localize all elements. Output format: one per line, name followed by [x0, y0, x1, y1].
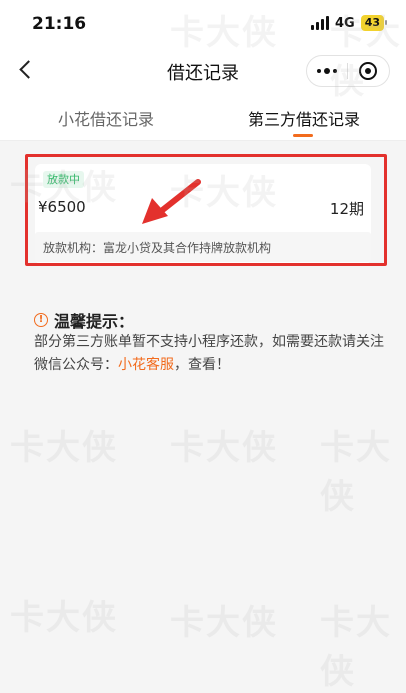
- battery-icon: 43: [360, 15, 388, 31]
- annotation-arrow-icon: [142, 179, 201, 224]
- more-icon[interactable]: [307, 56, 347, 86]
- loan-term: 12期: [329, 200, 364, 218]
- status-indicators: 4G 43: [310, 15, 388, 31]
- tab-third-party-records[interactable]: 第三方借还记录: [248, 106, 360, 130]
- watermark: 卡大侠: [10, 598, 118, 638]
- tips-text: 部分第三方账单暂不支持小程序还款，如需要还款请关注微信公众号：小花客服，查看！: [34, 331, 384, 377]
- customer-service-link[interactable]: 小花客服: [118, 357, 174, 373]
- status-bar: 21:16 4G 43: [0, 0, 406, 46]
- mini-program-capsule: [306, 55, 390, 87]
- network-type: 4G: [334, 15, 355, 31]
- tips-text-after: ，查看！: [174, 357, 230, 373]
- loan-amount: ¥6500: [38, 198, 86, 216]
- institution-box: 放款机构：富龙小贷及其合作持牌放款机构: [35, 232, 371, 262]
- tab-xiaohua-records[interactable]: 小花借还记录: [58, 106, 154, 130]
- nav-bar: 借还记录: [0, 46, 406, 96]
- watermark: 卡大侠: [10, 428, 118, 468]
- watermark: 卡大侠: [320, 603, 392, 692]
- signal-icon: [310, 16, 329, 30]
- watermark: 卡大侠: [320, 428, 392, 517]
- lending-institution: 放款机构：富龙小贷及其合作持牌放款机构: [43, 241, 272, 255]
- tips-title: ! 温馨提示：: [34, 308, 134, 332]
- status-time: 21:16: [32, 14, 87, 34]
- status-badge: 放款中: [43, 171, 84, 188]
- loan-record-card[interactable]: 放款中 ¥6500 12期 放款机构：富龙小贷及其合作持牌放款机构: [35, 164, 371, 264]
- warning-icon: !: [34, 313, 48, 327]
- tab-bar: 小花借还记录 第三方借还记录: [0, 96, 406, 141]
- watermark: 卡大侠: [170, 428, 278, 468]
- watermark: 卡大侠: [170, 603, 278, 643]
- tips-heading: 温馨提示：: [54, 312, 135, 331]
- active-tab-indicator: [293, 134, 313, 137]
- close-program-icon[interactable]: [348, 56, 388, 86]
